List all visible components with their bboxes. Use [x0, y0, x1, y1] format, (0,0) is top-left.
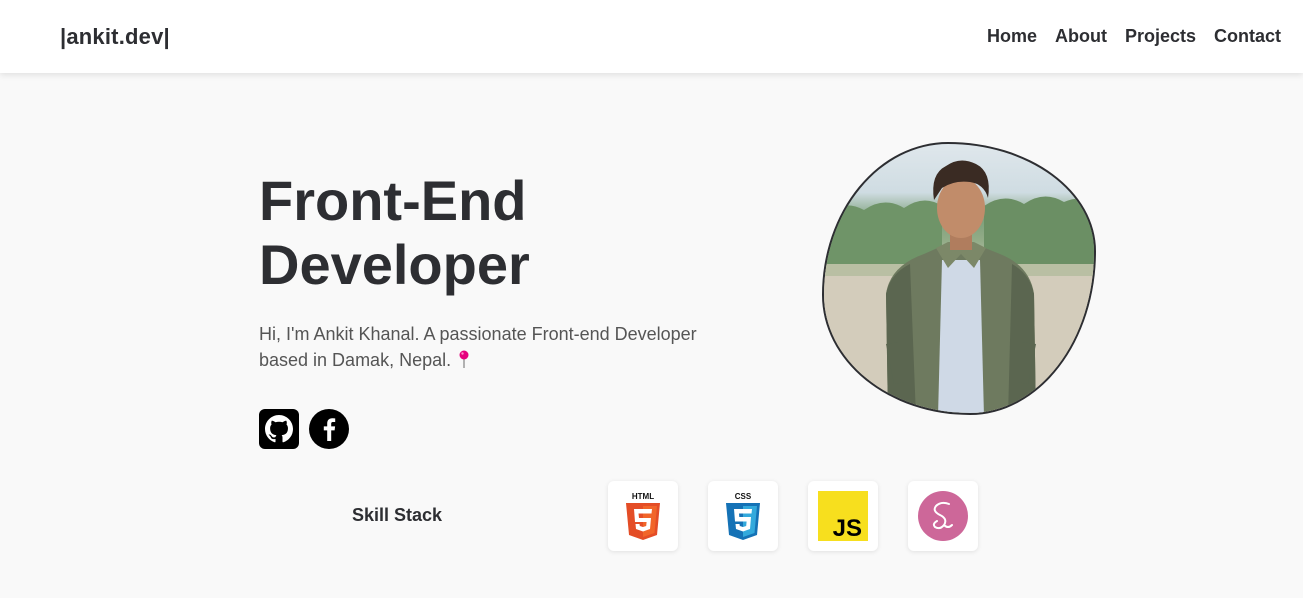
skill-html[interactable]: HTML	[608, 481, 678, 551]
skill-sass[interactable]	[908, 481, 978, 551]
github-link[interactable]	[259, 409, 299, 449]
skill-stack-title: Skill Stack	[352, 505, 443, 525]
skill-javascript[interactable]: JS	[808, 481, 878, 551]
hero-title: Front-End Developer	[259, 169, 739, 297]
facebook-icon	[323, 418, 336, 441]
facebook-link[interactable]	[309, 409, 349, 449]
nav-link-about[interactable]: About	[1055, 26, 1107, 46]
hero-text: Front-End Developer Hi, I'm Ankit Khanal…	[259, 169, 739, 449]
skill-css[interactable]: CSS	[708, 481, 778, 551]
site-logo[interactable]: |ankit.dev|	[60, 24, 170, 50]
skill-stack: HTML CSS JS	[608, 481, 978, 551]
pin-icon	[459, 350, 469, 368]
html5-icon: HTML	[626, 492, 660, 540]
nav-link-projects[interactable]: Projects	[1125, 26, 1196, 46]
js-label: JS	[833, 515, 862, 541]
nav-link-home[interactable]: Home	[987, 26, 1037, 46]
javascript-icon: JS	[818, 491, 868, 541]
github-icon	[265, 415, 293, 443]
sass-icon	[918, 491, 968, 541]
profile-photo	[824, 160, 1094, 413]
hero-section: Front-End Developer Hi, I'm Ankit Khanal…	[0, 73, 1303, 598]
hero-title-line2: Developer	[259, 233, 530, 296]
profile-avatar	[822, 142, 1096, 415]
hero-title-line1: Front-End	[259, 169, 527, 232]
social-links	[259, 409, 739, 449]
nav-link-contact[interactable]: Contact	[1214, 26, 1281, 46]
hero-description: Hi, I'm Ankit Khanal. A passionate Front…	[259, 321, 729, 373]
css-label: CSS	[735, 492, 752, 501]
hero-description-text: Hi, I'm Ankit Khanal. A passionate Front…	[259, 324, 697, 370]
navbar: |ankit.dev| Home About Projects Contact	[0, 0, 1303, 73]
nav-links: Home About Projects Contact	[969, 26, 1281, 47]
css3-icon: CSS	[726, 492, 760, 540]
html-label: HTML	[632, 492, 654, 501]
